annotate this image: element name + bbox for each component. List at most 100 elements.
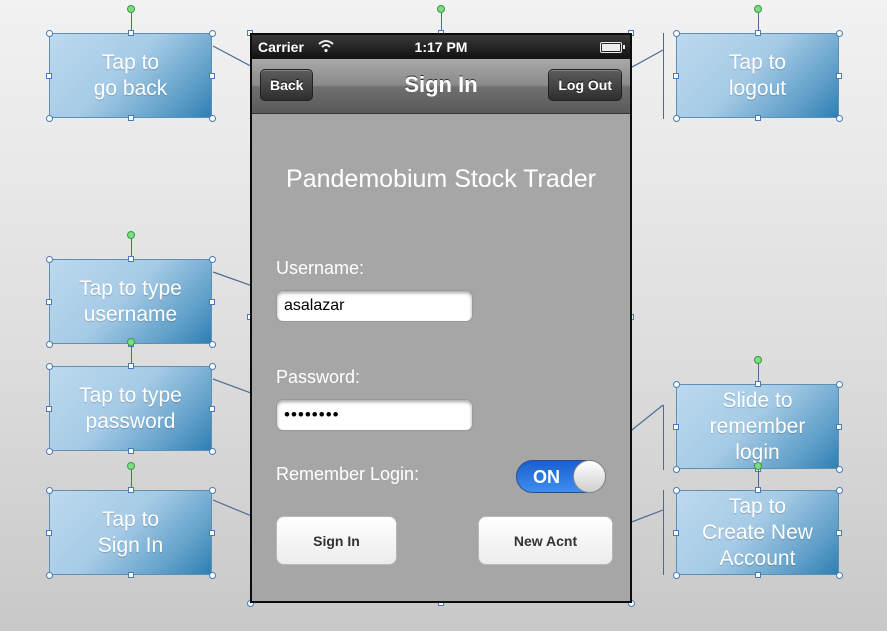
selection-handle	[673, 529, 679, 536]
callout-password-text: Tap to type password	[79, 383, 182, 433]
callout-logout: Tap to logout	[676, 33, 839, 118]
selection-handle	[46, 487, 53, 494]
status-time: 1:17 PM	[414, 39, 468, 55]
selection-handle	[46, 363, 53, 370]
remember-login-toggle[interactable]: ON	[516, 460, 606, 493]
callout-go-back-text: Tap to go back	[93, 50, 168, 100]
rotation-handle-stem	[757, 13, 759, 30]
selection-handle	[754, 487, 761, 493]
battery-icon	[600, 42, 625, 53]
selection-handle	[46, 448, 53, 455]
rotation-handle-stem	[130, 470, 132, 487]
selection-handle	[836, 115, 843, 122]
toggle-knob[interactable]	[573, 460, 606, 493]
rotation-handle	[753, 462, 762, 470]
selection-handle	[836, 529, 842, 536]
selection-handle	[673, 115, 680, 122]
app-title: Pandemobium Stock Trader	[286, 165, 596, 193]
selection-handle	[836, 487, 843, 494]
selection-handle	[836, 381, 843, 388]
rotation-handle	[126, 231, 135, 239]
selection-handle	[673, 30, 680, 37]
selection-handle	[836, 72, 842, 79]
rotation-handle	[126, 462, 135, 470]
selection-handle	[209, 405, 215, 412]
status-bar: Carrier 1:17 PM	[252, 35, 630, 59]
selection-handle	[673, 487, 680, 494]
selection-handle	[836, 30, 843, 37]
create-connector-bar	[663, 490, 664, 575]
rotation-handle	[126, 338, 135, 346]
rotation-handle-stem	[130, 239, 132, 256]
selection-handle	[209, 572, 216, 579]
password-label: Password:	[276, 367, 361, 387]
callout-username-text: Tap to type username	[79, 276, 182, 326]
selection-handle	[673, 72, 679, 79]
rotation-handle	[126, 5, 135, 13]
selection-handle	[46, 572, 53, 579]
selection-handle	[209, 30, 216, 37]
selection-handle	[46, 115, 53, 122]
callout-remember: Slide to remember login	[676, 384, 839, 469]
logout-connector-bar	[663, 33, 664, 119]
rotation-handle-stem	[130, 13, 132, 30]
selection-handle	[754, 381, 761, 387]
new-account-button[interactable]: New Acnt	[478, 516, 613, 565]
selection-handle	[46, 298, 52, 305]
rotation-handle	[753, 5, 762, 13]
selection-handle	[127, 30, 134, 36]
callout-go-back: Tap to go back	[49, 33, 212, 118]
username-label: Username:	[276, 258, 365, 278]
username-input[interactable]	[276, 290, 473, 322]
remember-login-label: Remember Login:	[276, 464, 420, 484]
rotation-handle-stem	[757, 470, 759, 487]
selection-handle	[209, 363, 216, 370]
selection-handle	[836, 466, 843, 473]
selection-handle	[209, 298, 215, 305]
selection-handle	[46, 405, 52, 412]
selection-handle	[209, 115, 216, 122]
logout-button[interactable]: Log Out	[548, 69, 622, 101]
callout-create-account: Tap to Create New Account	[676, 490, 839, 575]
selection-handle	[46, 30, 53, 37]
callout-sign-in: Tap to Sign In	[49, 490, 212, 575]
selection-handle	[754, 30, 761, 36]
callout-remember-text: Slide to remember login	[709, 388, 806, 464]
selection-handle	[209, 448, 216, 455]
selection-handle	[209, 529, 215, 536]
sign-in-button[interactable]: Sign In	[276, 516, 397, 565]
password-input[interactable]: ••••••••	[276, 399, 473, 431]
selection-handle	[209, 72, 215, 79]
remember-connector-bar	[663, 405, 664, 470]
selection-handle	[209, 341, 216, 348]
toggle-state: ON	[533, 467, 560, 487]
callout-logout-text: Tap to logout	[728, 50, 787, 100]
selection-handle	[127, 448, 134, 454]
selection-handle	[46, 72, 52, 79]
selection-handle	[754, 572, 761, 578]
rotation-handle	[753, 356, 762, 364]
selection-handle	[673, 572, 680, 579]
navigation-bar: Back Sign In Log Out	[252, 59, 630, 114]
selection-handle	[673, 381, 680, 388]
phone-screen: Carrier 1:17 PM Back Sign In Log Out Pan…	[250, 33, 632, 603]
selection-handle	[46, 256, 53, 263]
selection-handle	[754, 115, 761, 121]
selection-handle	[209, 487, 216, 494]
selection-handle	[673, 466, 680, 473]
selection-handle	[673, 423, 679, 430]
selection-handle	[127, 487, 134, 493]
selection-handle	[836, 423, 842, 430]
selection-handle	[209, 256, 216, 263]
selection-handle	[127, 363, 134, 369]
rotation-handle-stem	[130, 346, 132, 363]
callout-sign-in-text: Tap to Sign In	[97, 507, 164, 557]
rotation-handle-stem	[757, 364, 759, 381]
selection-handle	[127, 572, 134, 578]
selection-handle	[127, 256, 134, 262]
selection-handle	[836, 572, 843, 579]
callout-username: Tap to type username	[49, 259, 212, 344]
selection-handle	[46, 341, 53, 348]
callout-password: Tap to type password	[49, 366, 212, 451]
selection-handle	[127, 115, 134, 121]
